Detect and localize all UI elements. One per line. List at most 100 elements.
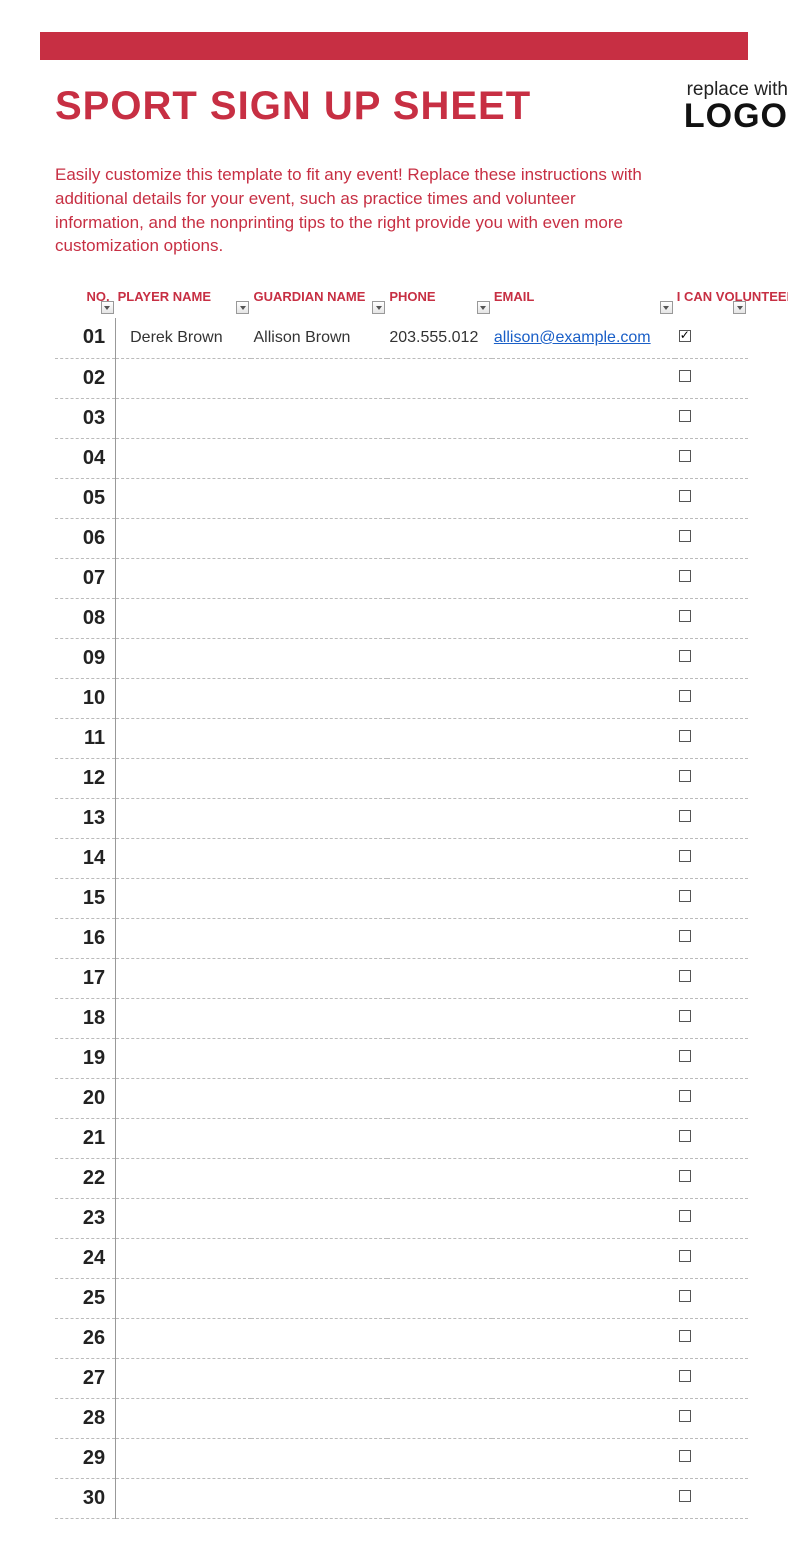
- volunteer-cell[interactable]: [675, 638, 748, 678]
- volunteer-checkbox[interactable]: [679, 330, 691, 342]
- volunteer-checkbox[interactable]: [679, 970, 691, 982]
- volunteer-checkbox[interactable]: [679, 850, 691, 862]
- volunteer-cell[interactable]: [675, 1118, 748, 1158]
- guardian-name-cell[interactable]: [251, 1358, 387, 1398]
- volunteer-cell[interactable]: [675, 1318, 748, 1358]
- email-cell[interactable]: [492, 958, 675, 998]
- guardian-name-cell[interactable]: [251, 358, 387, 398]
- email-cell[interactable]: [492, 758, 675, 798]
- volunteer-cell[interactable]: [675, 798, 748, 838]
- player-name-cell[interactable]: [116, 1398, 252, 1438]
- player-name-cell[interactable]: [116, 1078, 252, 1118]
- email-cell[interactable]: [492, 518, 675, 558]
- volunteer-cell[interactable]: [675, 358, 748, 398]
- guardian-name-cell[interactable]: [251, 838, 387, 878]
- volunteer-checkbox[interactable]: [679, 1290, 691, 1302]
- guardian-name-cell[interactable]: [251, 1318, 387, 1358]
- guardian-name-cell[interactable]: [251, 398, 387, 438]
- volunteer-checkbox[interactable]: [679, 1050, 691, 1062]
- volunteer-cell[interactable]: [675, 518, 748, 558]
- phone-cell[interactable]: [387, 1438, 492, 1478]
- volunteer-checkbox[interactable]: [679, 1210, 691, 1222]
- col-phone[interactable]: PHONE: [387, 283, 492, 318]
- volunteer-cell[interactable]: [675, 918, 748, 958]
- volunteer-cell[interactable]: [675, 1278, 748, 1318]
- phone-cell[interactable]: [387, 878, 492, 918]
- player-name-cell[interactable]: [116, 1358, 252, 1398]
- volunteer-checkbox[interactable]: [679, 610, 691, 622]
- guardian-name-cell[interactable]: [251, 758, 387, 798]
- player-name-cell[interactable]: [116, 1318, 252, 1358]
- volunteer-checkbox[interactable]: [679, 1010, 691, 1022]
- email-cell[interactable]: [492, 398, 675, 438]
- volunteer-checkbox[interactable]: [679, 1370, 691, 1382]
- email-cell[interactable]: [492, 1358, 675, 1398]
- volunteer-checkbox[interactable]: [679, 890, 691, 902]
- phone-cell[interactable]: [387, 998, 492, 1038]
- volunteer-cell[interactable]: [675, 878, 748, 918]
- volunteer-checkbox[interactable]: [679, 1410, 691, 1422]
- email-cell[interactable]: [492, 438, 675, 478]
- guardian-name-cell[interactable]: [251, 478, 387, 518]
- phone-cell[interactable]: [387, 478, 492, 518]
- guardian-name-cell[interactable]: [251, 678, 387, 718]
- player-name-cell[interactable]: [116, 1198, 252, 1238]
- volunteer-cell[interactable]: [675, 998, 748, 1038]
- player-name-cell[interactable]: [116, 358, 252, 398]
- phone-cell[interactable]: [387, 758, 492, 798]
- email-cell[interactable]: [492, 358, 675, 398]
- col-no[interactable]: NO.: [55, 283, 116, 318]
- email-cell[interactable]: [492, 998, 675, 1038]
- player-name-cell[interactable]: [116, 398, 252, 438]
- player-name-cell[interactable]: [116, 1158, 252, 1198]
- player-name-cell[interactable]: [116, 1438, 252, 1478]
- guardian-name-cell[interactable]: [251, 1118, 387, 1158]
- col-volunteer[interactable]: I CAN VOLUNTEER: [675, 283, 748, 318]
- phone-cell[interactable]: [387, 678, 492, 718]
- email-cell[interactable]: [492, 1318, 675, 1358]
- email-cell[interactable]: [492, 558, 675, 598]
- phone-cell[interactable]: [387, 1278, 492, 1318]
- filter-dropdown-icon[interactable]: [236, 301, 249, 314]
- volunteer-checkbox[interactable]: [679, 1130, 691, 1142]
- phone-cell[interactable]: [387, 798, 492, 838]
- player-name-cell[interactable]: [116, 438, 252, 478]
- volunteer-cell[interactable]: [675, 678, 748, 718]
- email-cell[interactable]: [492, 1438, 675, 1478]
- volunteer-checkbox[interactable]: [679, 370, 691, 382]
- guardian-name-cell[interactable]: [251, 558, 387, 598]
- volunteer-checkbox[interactable]: [679, 450, 691, 462]
- volunteer-cell[interactable]: [675, 1478, 748, 1518]
- player-name-cell[interactable]: [116, 798, 252, 838]
- player-name-cell[interactable]: Derek Brown: [116, 318, 252, 358]
- volunteer-cell[interactable]: [675, 758, 748, 798]
- col-email[interactable]: EMAIL: [492, 283, 675, 318]
- phone-cell[interactable]: [387, 358, 492, 398]
- player-name-cell[interactable]: [116, 758, 252, 798]
- phone-cell[interactable]: [387, 398, 492, 438]
- guardian-name-cell[interactable]: [251, 1198, 387, 1238]
- player-name-cell[interactable]: [116, 558, 252, 598]
- guardian-name-cell[interactable]: [251, 998, 387, 1038]
- volunteer-cell[interactable]: [675, 398, 748, 438]
- player-name-cell[interactable]: [116, 1278, 252, 1318]
- email-cell[interactable]: [492, 918, 675, 958]
- filter-dropdown-icon[interactable]: [660, 301, 673, 314]
- volunteer-cell[interactable]: [675, 718, 748, 758]
- player-name-cell[interactable]: [116, 718, 252, 758]
- phone-cell[interactable]: [387, 838, 492, 878]
- volunteer-checkbox[interactable]: [679, 730, 691, 742]
- phone-cell[interactable]: [387, 1078, 492, 1118]
- email-cell[interactable]: [492, 798, 675, 838]
- volunteer-cell[interactable]: [675, 318, 748, 358]
- filter-dropdown-icon[interactable]: [477, 301, 490, 314]
- player-name-cell[interactable]: [116, 678, 252, 718]
- volunteer-cell[interactable]: [675, 958, 748, 998]
- email-cell[interactable]: [492, 1398, 675, 1438]
- guardian-name-cell[interactable]: [251, 798, 387, 838]
- guardian-name-cell[interactable]: [251, 1478, 387, 1518]
- volunteer-checkbox[interactable]: [679, 1490, 691, 1502]
- phone-cell[interactable]: [387, 1118, 492, 1158]
- email-cell[interactable]: [492, 878, 675, 918]
- phone-cell[interactable]: [387, 918, 492, 958]
